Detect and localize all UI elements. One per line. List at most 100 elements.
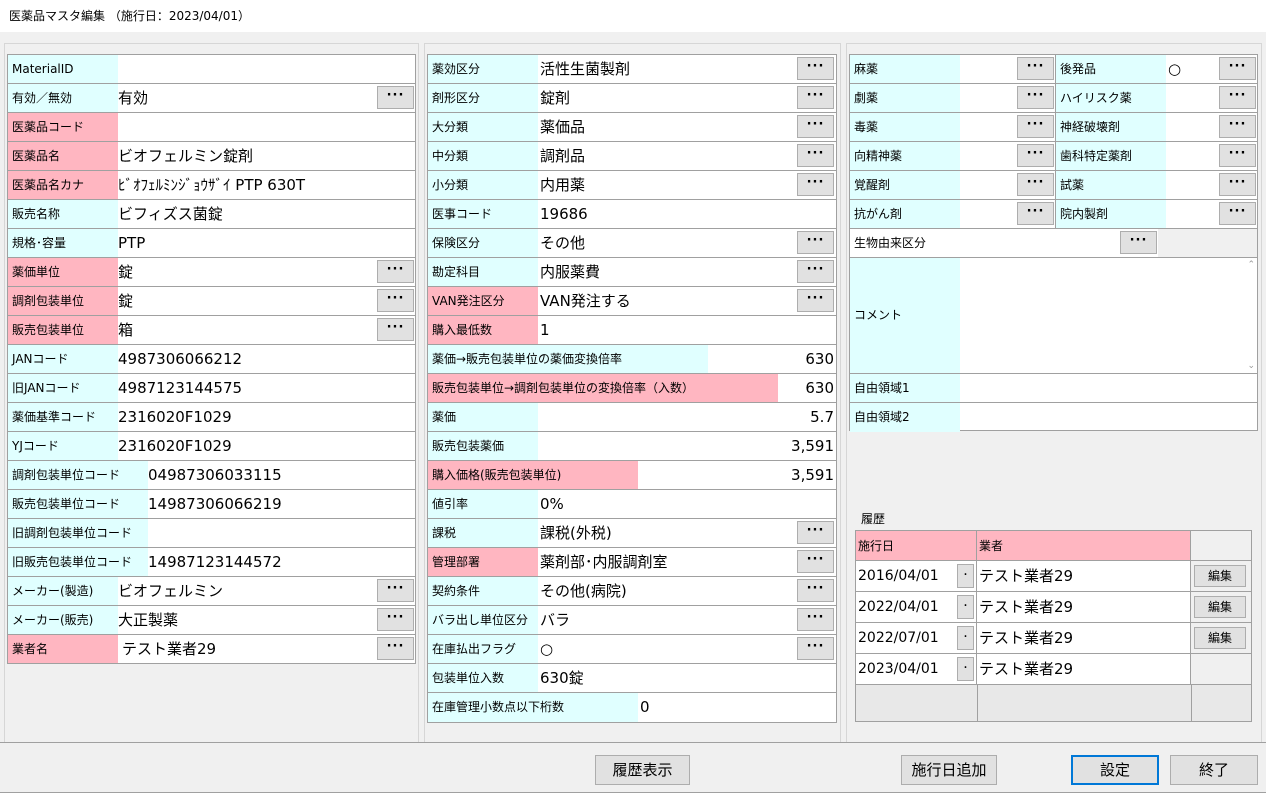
field-value[interactable]: 薬剤部･内服調剤室: [540, 548, 794, 576]
date-picker-button[interactable]: ･: [957, 595, 974, 619]
free-area-2-value[interactable]: [964, 403, 1253, 432]
flag-value[interactable]: [964, 200, 1014, 228]
bio-origin-value[interactable]: [964, 229, 1114, 257]
date-picker-button[interactable]: ･: [957, 626, 974, 650]
flag-value[interactable]: [964, 55, 1014, 83]
field-value[interactable]: テスト業者29: [122, 635, 373, 663]
field-value[interactable]: 活性生菌製剤: [540, 55, 794, 83]
field-value[interactable]: 内用薬: [540, 171, 794, 199]
field-value[interactable]: 錠剤: [540, 84, 794, 112]
history-date-cell[interactable]: 2022/04/01 ･: [856, 592, 977, 623]
field-value[interactable]: PTP: [118, 229, 411, 257]
field-value[interactable]: ビフィズス菌錠: [118, 200, 411, 228]
history-vendor-cell[interactable]: テスト業者29: [977, 654, 1191, 685]
lookup-button[interactable]: ···: [1219, 202, 1256, 225]
field-value[interactable]: 5.7: [540, 403, 834, 431]
field-value[interactable]: 内服薬費: [540, 258, 794, 286]
field-value[interactable]: 630: [710, 345, 834, 373]
lookup-button[interactable]: ···: [377, 608, 414, 631]
lookup-button[interactable]: ···: [1120, 231, 1157, 254]
field-value[interactable]: 630: [780, 374, 834, 402]
history-vendor-cell[interactable]: テスト業者29: [977, 623, 1191, 654]
flag-value[interactable]: [1168, 84, 1216, 112]
field-value[interactable]: 630錠: [540, 664, 834, 692]
field-value[interactable]: 04987306033115: [148, 461, 411, 489]
lookup-button[interactable]: ···: [1219, 173, 1256, 196]
field-value[interactable]: バラ: [540, 606, 794, 634]
lookup-button[interactable]: ···: [1219, 144, 1256, 167]
lookup-button[interactable]: ···: [797, 579, 834, 602]
lookup-button[interactable]: ···: [377, 289, 414, 312]
flag-value[interactable]: [964, 84, 1014, 112]
history-date-cell[interactable]: 2023/04/01 ･: [856, 654, 977, 685]
field-value[interactable]: 錠: [118, 258, 373, 286]
lookup-button[interactable]: ···: [797, 144, 834, 167]
field-value[interactable]: 14987306066219: [148, 490, 411, 518]
history-col-date[interactable]: 施行日: [856, 531, 977, 561]
lookup-button[interactable]: ···: [797, 637, 834, 660]
lookup-button[interactable]: ···: [1219, 115, 1256, 138]
lookup-button[interactable]: ···: [1017, 144, 1054, 167]
history-date-cell[interactable]: 2022/07/01 ･: [856, 623, 977, 654]
field-value[interactable]: 1: [540, 316, 834, 344]
field-value[interactable]: ビオフェルミン: [118, 577, 373, 605]
field-value[interactable]: ﾋﾞｵﾌｪﾙﾐﾝｼﾞｮｳｻﾞｲ PTP 630T: [118, 171, 411, 199]
field-value[interactable]: 4987306066212: [118, 345, 411, 373]
lookup-button[interactable]: ···: [377, 260, 414, 283]
field-value[interactable]: [148, 519, 411, 547]
close-button[interactable]: 終了: [1170, 755, 1258, 785]
flag-value[interactable]: ○: [1168, 55, 1216, 83]
date-picker-button[interactable]: ･: [957, 657, 974, 681]
lookup-button[interactable]: ···: [797, 260, 834, 283]
lookup-button[interactable]: ···: [797, 608, 834, 631]
history-vendor-cell[interactable]: テスト業者29: [977, 592, 1191, 623]
history-edit-button[interactable]: 編集: [1194, 565, 1246, 587]
field-value[interactable]: 箱: [118, 316, 373, 344]
field-value[interactable]: その他(病院): [540, 577, 794, 605]
field-value[interactable]: 2316020F1029: [118, 432, 411, 460]
set-button[interactable]: 設定: [1071, 755, 1159, 785]
lookup-button[interactable]: ···: [797, 521, 834, 544]
history-date-cell[interactable]: 2016/04/01 ･: [856, 561, 977, 592]
field-value[interactable]: 課税(外税): [540, 519, 794, 547]
lookup-button[interactable]: ···: [797, 173, 834, 196]
flag-value[interactable]: [964, 113, 1014, 141]
history-edit-button[interactable]: 編集: [1194, 627, 1246, 649]
lookup-button[interactable]: ···: [377, 637, 414, 660]
field-value[interactable]: 0: [640, 693, 834, 722]
lookup-button[interactable]: ···: [797, 57, 834, 80]
field-value[interactable]: 3,591: [640, 461, 834, 489]
comment-scrollbar[interactable]: ⌃ ⌄: [1243, 260, 1257, 371]
lookup-button[interactable]: ···: [1219, 57, 1256, 80]
lookup-button[interactable]: ···: [1017, 173, 1054, 196]
free-area-1-value[interactable]: [964, 374, 1253, 402]
lookup-button[interactable]: ···: [797, 231, 834, 254]
flag-value[interactable]: [1168, 171, 1216, 199]
field-value[interactable]: 大正製薬: [118, 606, 373, 634]
history-vendor-cell[interactable]: テスト業者29: [977, 561, 1191, 592]
flag-value[interactable]: [1168, 200, 1216, 228]
lookup-button[interactable]: ···: [1017, 86, 1054, 109]
flag-value[interactable]: [1168, 113, 1216, 141]
lookup-button[interactable]: ···: [1219, 86, 1256, 109]
flag-value[interactable]: [964, 171, 1014, 199]
field-value[interactable]: 調剤品: [540, 142, 794, 170]
flag-value[interactable]: [1168, 142, 1216, 170]
field-value[interactable]: [118, 113, 411, 141]
field-value[interactable]: [118, 55, 411, 83]
lookup-button[interactable]: ···: [377, 86, 414, 109]
flag-value[interactable]: [964, 142, 1014, 170]
lookup-button[interactable]: ···: [1017, 57, 1054, 80]
field-value[interactable]: 0%: [540, 490, 834, 518]
field-value[interactable]: ビオフェルミン錠剤: [118, 142, 411, 170]
field-value[interactable]: 4987123144575: [118, 374, 411, 402]
lookup-button[interactable]: ···: [1017, 202, 1054, 225]
field-value[interactable]: 14987123144572: [148, 548, 411, 576]
history-col-vendor[interactable]: 業者: [977, 531, 1191, 561]
comment-textarea[interactable]: ⌃ ⌄: [960, 260, 1257, 371]
scroll-up-icon[interactable]: ⌃: [1247, 260, 1255, 270]
history-display-button[interactable]: 履歴表示: [595, 755, 690, 785]
field-value[interactable]: 2316020F1029: [118, 403, 411, 431]
lookup-button[interactable]: ···: [797, 115, 834, 138]
field-value[interactable]: 3,591: [540, 432, 834, 460]
